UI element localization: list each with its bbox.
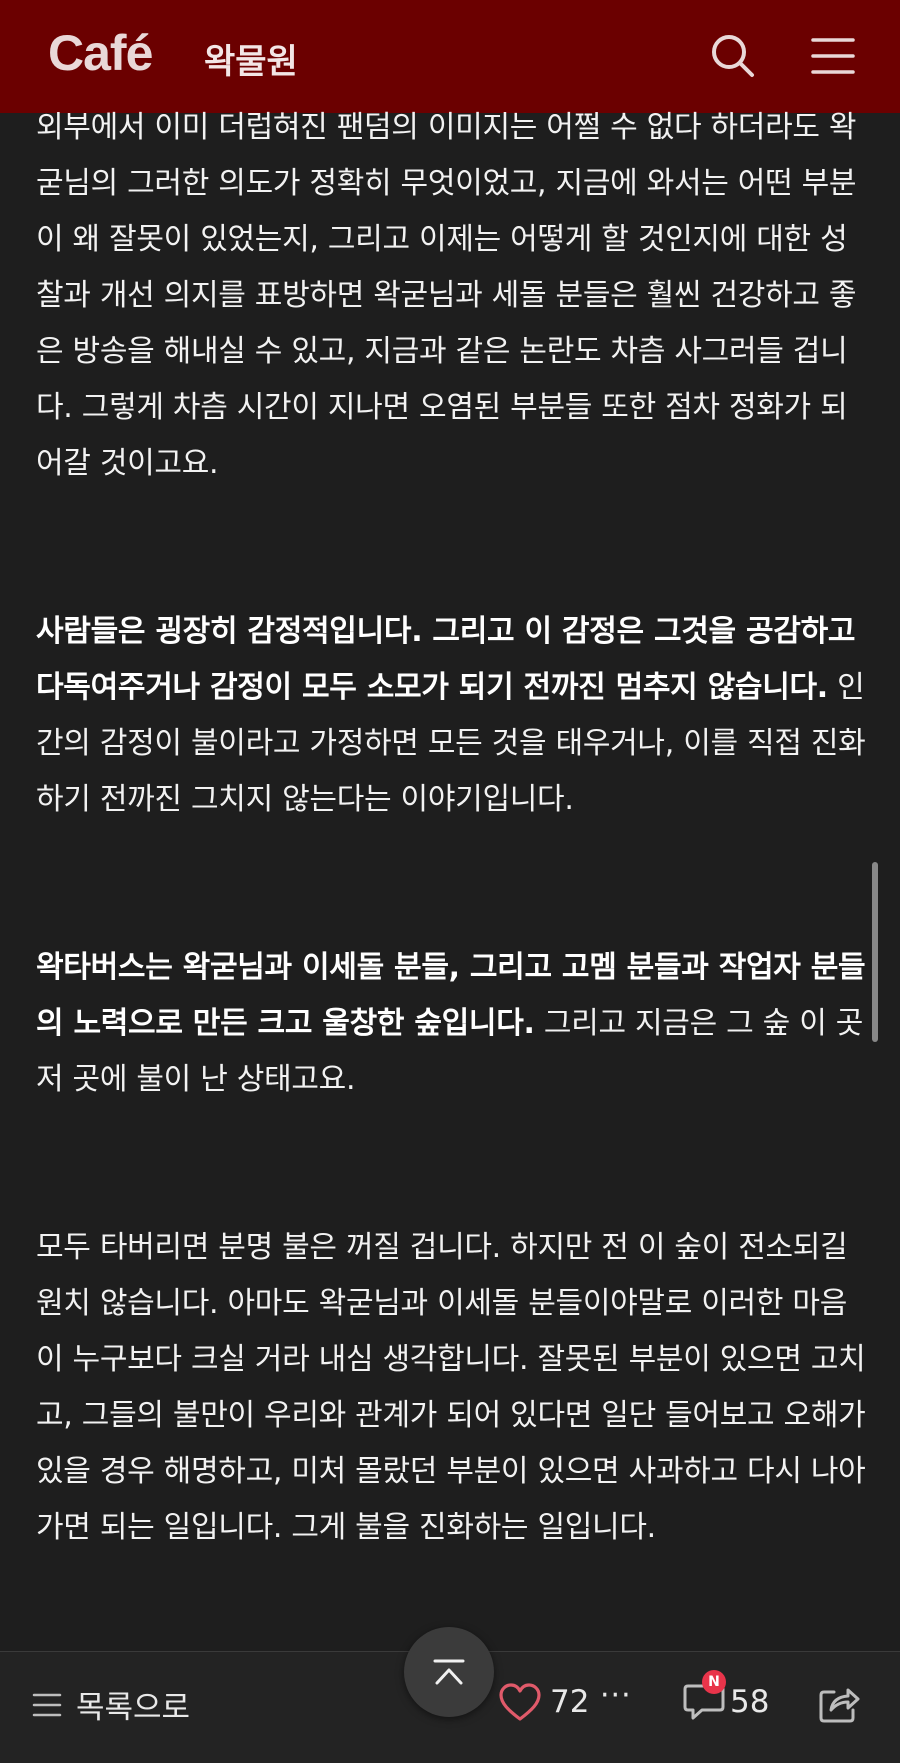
paragraph-2-bold: 사람들은 굉장히 감정적입니다. 그리고 이 감정은 그것을 공감하고 다독여주… <box>36 614 856 705</box>
comment-count: 58 <box>730 1684 770 1720</box>
back-to-list-button[interactable]: 목록으로 <box>32 1682 190 1727</box>
scroll-to-top-button[interactable] <box>404 1627 494 1717</box>
paragraph-2: 사람들은 굉장히 감정적입니다. 그리고 이 감정은 그것을 공감하고 다독여주… <box>36 604 866 828</box>
chevron-up-icon <box>433 1659 465 1685</box>
search-button[interactable] <box>705 28 761 84</box>
scrollbar-thumb[interactable] <box>872 862 878 1042</box>
back-to-list-label: 목록으로 <box>76 1690 191 1726</box>
more-options-button[interactable]: ··· <box>600 1678 632 1713</box>
new-comment-badge: N <box>702 1670 726 1694</box>
paragraph-4: 모두 타버리면 분명 불은 꺼질 겁니다. 하지만 전 이 숲이 전소되길 원치… <box>36 1230 866 1545</box>
comment-button[interactable]: N 58 <box>682 1670 770 1722</box>
share-button[interactable] <box>816 1680 862 1730</box>
like-button[interactable]: 72 <box>498 1682 589 1722</box>
hamburger-menu-icon <box>811 38 855 74</box>
menu-button[interactable] <box>805 28 861 84</box>
heart-icon <box>499 1683 541 1721</box>
list-icon <box>32 1693 62 1716</box>
paragraph-1: 외부에서 이미 더럽혀진 팬덤의 이미지는 어쩔 수 없다 하더라도 왁굳님의 … <box>36 110 857 481</box>
like-count: 72 <box>550 1684 590 1720</box>
cafe-logo[interactable]: Café <box>48 24 153 82</box>
comment-icon-wrap: N <box>682 1670 726 1722</box>
app-header: Café 왁물원 <box>0 0 900 113</box>
search-icon <box>712 35 754 77</box>
article-body: 외부에서 이미 더럽혀진 팬덤의 이미지는 어쩔 수 없다 하더라도 왁굳님의 … <box>36 100 866 1645</box>
paragraph-3: 왁타버스는 왁굳님과 이세돌 분들, 그리고 고멤 분들과 작업자 분들의 노력… <box>36 940 866 1108</box>
cafe-title[interactable]: 왁물원 <box>204 34 298 83</box>
share-icon <box>819 1688 860 1723</box>
